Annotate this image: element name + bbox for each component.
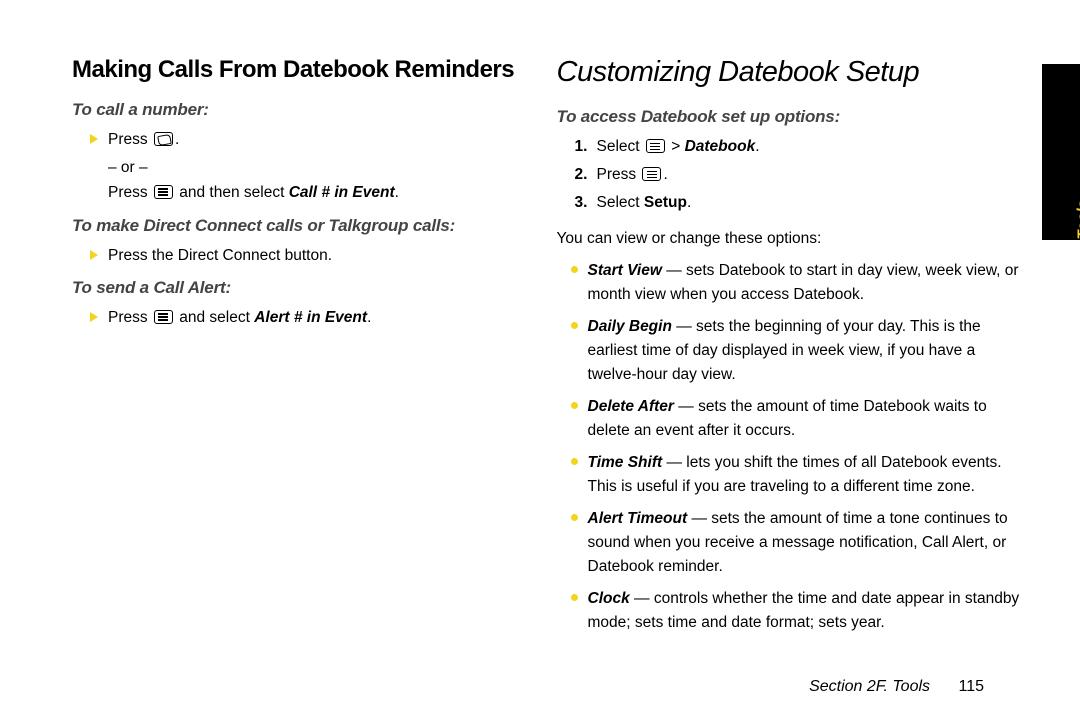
opt-delete-after: Delete After — sets the amount of time D… [571,395,1026,443]
bold-setup: Setup [644,194,687,211]
opt-alert-timeout: Alert Timeout — sets the amount of time … [571,507,1026,579]
opt-text: Clock — controls whether the time and da… [588,587,1026,635]
opt-daily-begin: Daily Begin — sets the beginning of your… [571,315,1026,387]
text-period: . [755,138,759,155]
step-number: 1. [575,135,597,159]
opt-text: Alert Timeout — sets the amount of time … [588,507,1026,579]
subhead-access-setup: To access Datebook set up options: [557,107,1026,127]
page-number: 115 [958,678,984,695]
bullet-disc-icon [571,402,578,409]
page: Tools Making Calls From Datebook Reminde… [0,0,1080,720]
bullet-disc-icon [571,594,578,601]
text-select: Select [597,194,644,211]
step-text: Press . [108,128,179,152]
options-intro: You can view or change these options: [557,227,1026,251]
right-heading: Customizing Datebook Setup [557,56,1026,89]
text-period: . [687,194,691,211]
opt-title: Clock [588,590,630,607]
em-alert-in-event: Alert # in Event [254,309,367,326]
opt-title: Delete After [588,398,674,415]
step-call-alert: Press and select Alert # in Event. [90,306,517,330]
left-column: Making Calls From Datebook Reminders To … [72,56,517,643]
page-footer: Section 2F. Tools 115 [809,678,984,696]
subhead-direct-connect: To make Direct Connect calls or Talkgrou… [72,216,517,236]
text-gt: > [667,138,685,155]
em-datebook: Datebook [685,138,756,155]
bullet-triangle-icon [90,312,98,322]
or-divider: – or – [108,156,517,181]
bullet-disc-icon [571,266,578,273]
menu-key-icon [154,185,173,199]
bullet-disc-icon [571,322,578,329]
step-text: Select > Datebook. [597,135,760,159]
step-call-menu: Press and then select Call # in Event. [108,181,517,206]
step-3: 3. Select Setup. [575,191,1026,215]
opt-desc: — controls whether the time and date app… [588,590,1020,631]
text-then-select: and then select [175,184,289,201]
opt-text: Delete After — sets the amount of time D… [588,395,1026,443]
menu-key-icon [646,139,665,153]
bullet-triangle-icon [90,134,98,144]
bullet-disc-icon [571,458,578,465]
em-call-in-event: Call # in Event [289,184,395,201]
step-2: 2. Press . [575,163,1026,187]
opt-title: Alert Timeout [588,510,688,527]
step-direct-connect: Press the Direct Connect button. [90,244,517,268]
text-press2: Press [108,184,152,201]
step-number: 2. [575,163,597,187]
subhead-call-alert: To send a Call Alert: [72,278,517,298]
text-period2: . [395,184,399,201]
opt-title: Time Shift [588,454,663,471]
right-column: Customizing Datebook Setup To access Dat… [557,56,1026,643]
text-press3: Press [108,309,152,326]
step-call-press: Press . [90,128,517,152]
ordered-steps: 1. Select > Datebook. 2. Press . 3. Sele… [575,135,1026,215]
opt-time-shift: Time Shift — lets you shift the times of… [571,451,1026,499]
step-text: Press the Direct Connect button. [108,244,332,268]
opt-text: Time Shift — lets you shift the times of… [588,451,1026,499]
phone-key-icon [154,132,173,146]
subhead-call-number: To call a number: [72,100,517,120]
text-press: Press [597,166,641,183]
section-label: Section 2F. Tools [809,678,930,695]
step-text: Press and select Alert # in Event. [108,306,371,330]
bullet-triangle-icon [90,250,98,260]
step-text: Select Setup. [597,191,692,215]
opt-start-view: Start View — sets Datebook to start in d… [571,259,1026,307]
menu-key-icon [154,310,173,324]
text-select: Select [597,138,644,155]
text-and-select: and select [175,309,254,326]
opt-title: Start View [588,262,662,279]
opt-clock: Clock — controls whether the time and da… [571,587,1026,635]
opt-text: Daily Begin — sets the beginning of your… [588,315,1026,387]
step-text: Press . [597,163,668,187]
text-press: Press [108,131,152,148]
left-heading: Making Calls From Datebook Reminders [72,56,517,84]
side-tab-label: Tools [1074,200,1080,239]
step-1: 1. Select > Datebook. [575,135,1026,159]
text-period3: . [367,309,371,326]
bullet-disc-icon [571,514,578,521]
opt-title: Daily Begin [588,318,672,335]
menu-key-icon [642,167,661,181]
text-period: . [175,131,179,148]
text-period: . [663,166,667,183]
opt-text: Start View — sets Datebook to start in d… [588,259,1026,307]
columns: Making Calls From Datebook Reminders To … [72,56,1026,643]
step-number: 3. [575,191,597,215]
